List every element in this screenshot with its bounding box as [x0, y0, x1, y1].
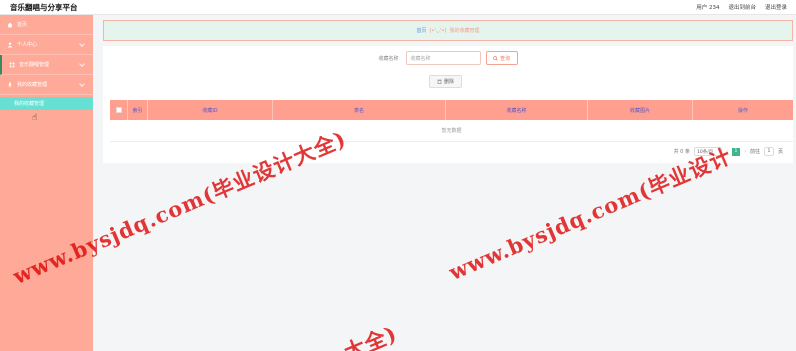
pagination-total: 共 0 条: [673, 149, 690, 155]
breadcrumb-home[interactable]: 首页: [417, 27, 427, 34]
sidebar-item-favorites[interactable]: 我的收藏管理: [0, 75, 93, 95]
chevron-down-icon: [79, 41, 85, 47]
goto-page-input[interactable]: 1: [763, 147, 774, 156]
sidebar-item-label: 个人中心: [17, 42, 38, 48]
search-button[interactable]: 查询: [485, 51, 518, 65]
search-label: 收藏名称: [378, 55, 399, 62]
user-icon: [7, 42, 13, 47]
column-header-table-name: 表名: [273, 100, 446, 120]
next-page-button[interactable]: ›: [744, 149, 746, 155]
breadcrumb: 首页 (•'◡'•) 我的收藏管理: [103, 20, 793, 41]
app-title: 音乐翻唱与分享平台: [10, 2, 78, 12]
select-all-checkbox-cell: [110, 100, 128, 120]
page-size-select[interactable]: 10条/页: [693, 147, 722, 156]
sidebar-item-cover-music[interactable]: 音乐翻唱管理: [0, 55, 93, 75]
delete-button[interactable]: 删除: [429, 75, 462, 88]
chevron-down-icon: [79, 61, 85, 67]
home-icon: [7, 22, 13, 27]
pagination: 共 0 条 10条/页 ‹ 1 › 前往 1 页: [103, 146, 783, 157]
sidebar-item-label: 音乐翻唱管理: [19, 62, 50, 68]
select-all-checkbox[interactable]: [115, 107, 122, 113]
table-empty-state: 暂无数据: [110, 120, 793, 142]
search-row: 收藏名称 收藏名称 查询: [103, 51, 793, 65]
page-number-current[interactable]: 1: [731, 147, 740, 156]
user-label: 用户 234: [696, 5, 720, 11]
top-right-links: 用户 234 退出到前台 退出登录: [696, 3, 787, 11]
back-to-front-link[interactable]: 退出到前台: [728, 3, 756, 11]
search-icon: [493, 55, 498, 61]
sidebar: 首页 个人中心 音乐翻唱管理 我的收藏管理 我的收藏管理: [0, 15, 93, 351]
page-unit-label: 页: [777, 149, 783, 155]
prev-page-button[interactable]: ‹: [726, 149, 728, 155]
top-bar: 音乐翻唱与分享平台 用户 234 退出到前台 退出登录: [0, 0, 796, 15]
column-header-favorite-name: 收藏名称: [446, 100, 588, 120]
chevron-down-icon: [79, 81, 85, 87]
table-header: 索引 收藏ID 表名 收藏名称 收藏图片 操作: [110, 100, 793, 120]
search-button-label: 查询: [499, 55, 510, 62]
column-header-favorite-image: 收藏图片: [588, 100, 693, 120]
hand-cursor-icon: ☝: [32, 113, 38, 123]
sidebar-item-profile[interactable]: 个人中心: [0, 35, 93, 55]
breadcrumb-current: 我的收藏管理: [449, 28, 480, 34]
trash-icon: [437, 79, 442, 84]
search-input[interactable]: 收藏名称: [405, 51, 481, 65]
watermark-text: 大全): [340, 320, 401, 351]
main-content: 收藏名称 收藏名称 查询 删除 索引 收藏ID 表名 收藏名称 收藏图片 操作 …: [103, 46, 793, 163]
sidebar-subitem-my-favorites[interactable]: 我的收藏管理: [0, 97, 93, 110]
goto-label: 前往: [749, 149, 760, 155]
grid-icon: [9, 62, 15, 67]
logout-link[interactable]: 退出登录: [765, 3, 787, 11]
column-header-index: 索引: [128, 100, 148, 120]
breadcrumb-emoticon: (•'◡'•): [429, 27, 447, 34]
column-header-favorite-id: 收藏ID: [148, 100, 273, 120]
delete-button-label: 删除: [443, 79, 454, 85]
microphone-icon: [8, 81, 12, 88]
sidebar-item-label: 首页: [17, 22, 28, 28]
sidebar-item-label: 我的收藏管理: [17, 82, 48, 88]
column-header-actions: 操作: [737, 107, 748, 114]
sidebar-item-home[interactable]: 首页: [0, 15, 93, 35]
